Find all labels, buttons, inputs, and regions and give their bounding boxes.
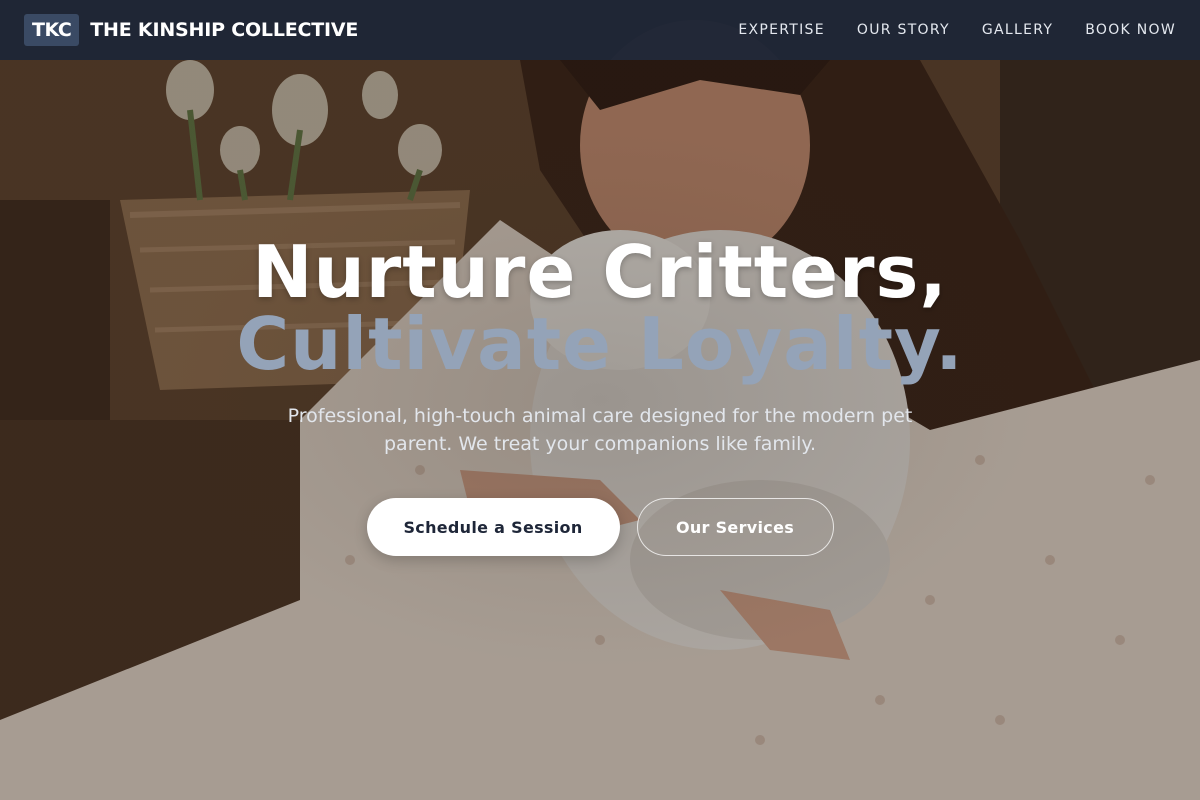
nav-link-expertise[interactable]: EXPERTISE [738, 22, 825, 38]
nav-link-gallery[interactable]: GALLERY [982, 22, 1053, 38]
nav-link-our-story[interactable]: OUR STORY [857, 22, 950, 38]
cta-row: Schedule a Session Our Services [0, 498, 1200, 556]
hero-headline-line2: Cultivate Loyalty. [236, 302, 964, 386]
hero-headline-line1: Nurture Critters, [252, 230, 948, 314]
nav-link-book-now[interactable]: BOOK NOW [1085, 22, 1176, 38]
top-navbar: TKC THE KINSHIP COLLECTIVE EXPERTISE OUR… [0, 0, 1200, 60]
nav-links: EXPERTISE OUR STORY GALLERY BOOK NOW [738, 22, 1176, 38]
hero-subtitle: Professional, high-touch animal care des… [287, 405, 913, 455]
schedule-session-button[interactable]: Schedule a Session [366, 498, 620, 556]
hero-content: Nurture Critters, Cultivate Loyalty. Pro… [0, 236, 1200, 556]
our-services-button[interactable]: Our Services [636, 498, 834, 556]
brand-logo[interactable]: TKC THE KINSHIP COLLECTIVE [24, 14, 358, 46]
brand-name: THE KINSHIP COLLECTIVE [90, 19, 359, 41]
brand-badge: TKC [24, 14, 80, 46]
